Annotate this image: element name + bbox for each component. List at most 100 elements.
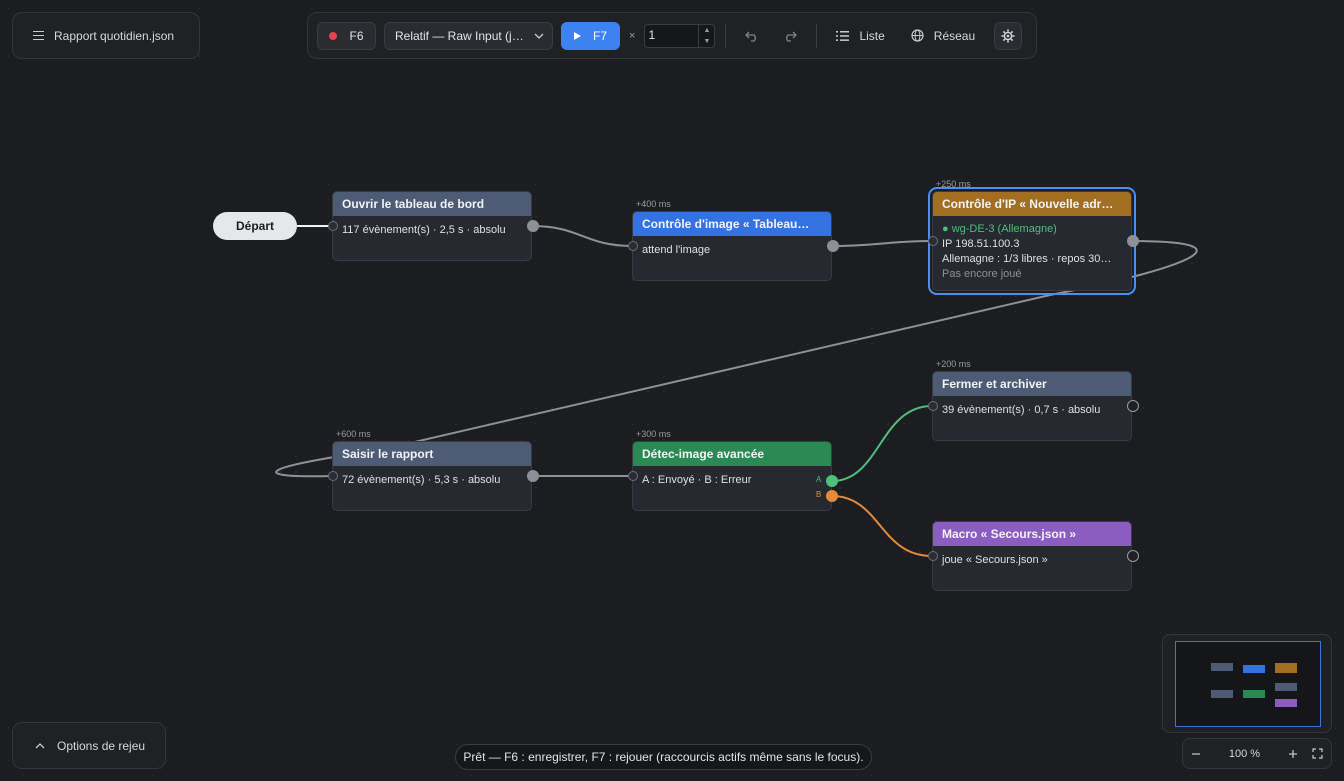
minimap-node (1275, 683, 1297, 691)
minimap-viewport[interactable] (1175, 641, 1321, 727)
plus-icon (1288, 749, 1297, 758)
fit-screen-icon (1312, 748, 1323, 759)
repeat-count-value: 1 (648, 27, 656, 42)
chevron-down-icon (534, 33, 544, 39)
node-delay: +300 ms (636, 429, 671, 439)
country-availability: Allemagne : 1/3 libres · repos 30… (942, 253, 1112, 265)
minimap-node (1243, 690, 1265, 698)
minimap-node (1275, 663, 1297, 673)
play-key: F7 (592, 28, 607, 43)
minus-icon (1192, 752, 1200, 755)
list-button[interactable]: Liste (827, 22, 893, 50)
menu-icon (33, 31, 44, 40)
node-title: Saisir le rapport (333, 442, 531, 466)
redo-button[interactable] (774, 22, 806, 50)
redo-icon (786, 31, 798, 42)
node-body: A : Envoyé · B : Erreur (642, 474, 752, 486)
zoom-in-button[interactable] (1288, 749, 1298, 759)
list-label: Liste (859, 28, 885, 43)
output-port-open[interactable] (1127, 550, 1139, 562)
fit-view-button[interactable] (1312, 748, 1323, 759)
replay-options-label: Options de rejeu (57, 738, 146, 753)
node-delay: +200 ms (936, 359, 971, 369)
output-port[interactable] (527, 470, 539, 482)
node-title: Contrôle d'image « Tableau… (633, 212, 831, 236)
play-button[interactable]: F7 (561, 21, 620, 50)
output-port[interactable] (827, 240, 839, 252)
node-ip-check[interactable]: Contrôle d'IP « Nouvelle adr… ● wg-DE-3 … (928, 187, 1136, 295)
stepper-up-icon[interactable]: ▲ (699, 25, 714, 36)
repeat-count-input[interactable]: 1 ▲ ▼ (644, 23, 716, 48)
minimap-node (1211, 690, 1233, 698)
input-port[interactable] (628, 241, 638, 251)
minimap[interactable] (1162, 634, 1332, 733)
node-delay: +400 ms (636, 199, 671, 209)
node-body: ● wg-DE-3 (Allemagne) IP 198.51.100.3 Al… (933, 216, 1131, 289)
record-key: F6 (349, 28, 364, 43)
mode-value: Relatif — Raw Input (j… (395, 28, 524, 43)
branch-a-label: A (816, 475, 822, 484)
network-button[interactable]: Réseau (902, 22, 984, 50)
node-close-archive[interactable]: Fermer et archiver 39 évènement(s) · 0,7… (932, 371, 1132, 441)
wire-branch-b (831, 495, 933, 557)
node-body: attend l'image (642, 244, 711, 256)
input-port[interactable] (928, 551, 938, 561)
record-icon (329, 31, 338, 40)
start-node[interactable]: Départ (213, 212, 297, 240)
node-body: 39 évènement(s) · 0,7 s · absolu (942, 404, 1101, 416)
input-port[interactable] (928, 236, 938, 246)
branch-b-port[interactable] (826, 490, 838, 502)
node-advanced-detect[interactable]: Détec-image avancée A : Envoyé · B : Err… (632, 441, 832, 511)
play-icon (573, 31, 581, 40)
status-bar: Prêt — F6 : enregistrer, F7 : rejouer (r… (455, 744, 872, 770)
node-macro-fallback[interactable]: Macro « Secours.json » joue « Secours.js… (932, 521, 1132, 591)
vpn-status: ● wg-DE-3 (Allemagne) (942, 223, 1057, 235)
zoom-controls: 100 % (1182, 738, 1332, 769)
times-sign: × (629, 29, 636, 42)
output-port-open[interactable] (1127, 400, 1139, 412)
branch-a-port[interactable] (826, 475, 838, 487)
node-body: 72 évènement(s) · 5,3 s · absolu (342, 474, 501, 486)
minimap-node (1243, 665, 1265, 673)
file-menu-button[interactable]: Rapport quotidien.json (12, 12, 200, 59)
chevron-up-icon (35, 742, 45, 748)
input-port[interactable] (628, 471, 638, 481)
wire-open-to-image (531, 225, 633, 247)
settings-button[interactable] (994, 21, 1023, 50)
replay-options-button[interactable]: Options de rejeu (12, 722, 166, 769)
minimap-node (1275, 699, 1297, 707)
toolbar-divider (725, 23, 727, 48)
mode-select[interactable]: Relatif — Raw Input (j… (384, 21, 553, 50)
node-delay: +250 ms (936, 179, 971, 189)
list-icon (836, 30, 850, 41)
undo-icon (745, 31, 757, 42)
input-port[interactable] (328, 471, 338, 481)
node-image-check[interactable]: Contrôle d'image « Tableau… attend l'ima… (632, 211, 832, 281)
output-port[interactable] (1127, 235, 1139, 247)
minimap-node (1211, 663, 1233, 671)
undo-button[interactable] (736, 22, 768, 50)
branch-b-label: B (816, 490, 822, 499)
node-body: 117 évènement(s) · 2,5 s · absolu (342, 224, 506, 236)
repeat-stepper[interactable]: ▲ ▼ (698, 24, 714, 47)
input-port[interactable] (328, 221, 338, 231)
globe-icon (911, 29, 924, 42)
output-port[interactable] (527, 220, 539, 232)
node-open-dashboard[interactable]: Ouvrir le tableau de bord 117 évènement(… (332, 191, 532, 261)
node-title: Macro « Secours.json » (933, 522, 1131, 546)
node-title: Ouvrir le tableau de bord (333, 192, 531, 216)
node-title: Fermer et archiver (933, 372, 1131, 396)
stepper-down-icon[interactable]: ▼ (699, 36, 714, 47)
gear-icon (1001, 29, 1015, 42)
node-delay: +600 ms (336, 429, 371, 439)
node-title: Contrôle d'IP « Nouvelle adr… (933, 192, 1131, 216)
node-enter-report[interactable]: Saisir le rapport 72 évènement(s) · 5,3 … (332, 441, 532, 511)
input-port[interactable] (928, 401, 938, 411)
connection-wires (275, 225, 1198, 557)
zoom-out-button[interactable] (1191, 749, 1201, 759)
ip-address: IP 198.51.100.3 (942, 238, 1020, 250)
play-status: Pas encore joué (942, 268, 1022, 280)
node-title: Détec-image avancée (633, 442, 831, 466)
toolbar: F6 Relatif — Raw Input (j… F7 × 1 ▲ ▼ Li… (307, 12, 1037, 59)
record-button[interactable]: F6 (317, 21, 376, 50)
